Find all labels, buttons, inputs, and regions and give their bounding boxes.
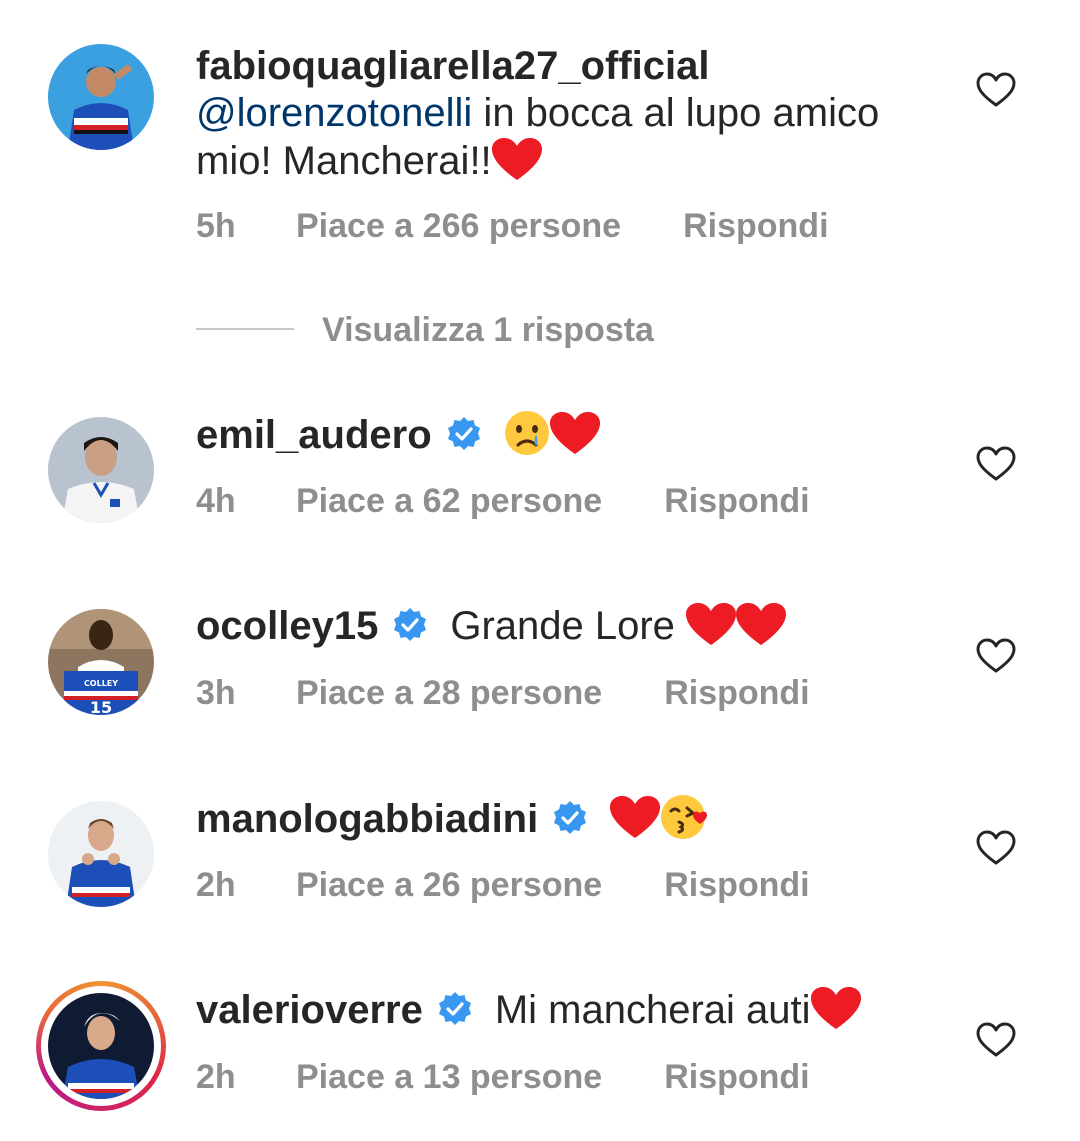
red-heart-emoji	[736, 603, 787, 658]
comment-line-3: mio! Mancherai!!	[196, 137, 542, 193]
heart-outline-icon	[976, 446, 1016, 481]
username[interactable]: manologabbiadini	[196, 797, 538, 841]
comment-line-1: ocolley15 Grande Lore	[196, 602, 787, 658]
comment-text: mio! Mancherai!!	[196, 139, 492, 183]
comment-line-1: valerioverre Mi mancherai auti	[196, 986, 861, 1042]
like-button[interactable]	[976, 72, 1016, 112]
avatar	[48, 993, 154, 1099]
svg-text:15: 15	[90, 698, 112, 715]
red-heart-emoji	[810, 987, 861, 1042]
reply-button[interactable]: Rispondi	[664, 1057, 809, 1097]
divider-line	[196, 328, 294, 330]
svg-text:COLLEY: COLLEY	[84, 679, 118, 688]
heart-outline-icon	[976, 830, 1016, 865]
like-button[interactable]	[976, 446, 1016, 486]
verified-badge-icon	[437, 990, 473, 1038]
timestamp: 4h	[196, 482, 236, 520]
reply-button[interactable]: Rispondi	[664, 865, 809, 905]
reply-button[interactable]: Rispondi	[683, 206, 828, 246]
reply-button[interactable]: Rispondi	[664, 481, 809, 521]
username[interactable]: ocolley15	[196, 604, 378, 648]
avatar[interactable]: COLLEY 15	[48, 609, 154, 715]
likes-count[interactable]: Piace a 266 persone	[296, 206, 621, 246]
likes-count[interactable]: Piace a 13 persone	[296, 1057, 602, 1097]
red-heart-emoji	[686, 603, 737, 658]
view-replies-label: Visualizza 1 risposta	[322, 311, 654, 349]
timestamp: 3h	[196, 674, 236, 712]
comment-meta: 5h Piace a 266 persone Rispondi	[196, 206, 829, 246]
mention-link[interactable]: @lorenzotonelli	[196, 91, 472, 135]
red-heart-emoji	[610, 796, 661, 851]
verified-badge-icon	[446, 415, 482, 463]
likes-count[interactable]: Piace a 28 persone	[296, 673, 602, 713]
heart-outline-icon	[976, 1022, 1016, 1057]
comment-meta: 4h Piace a 62 persone Rispondi	[196, 481, 810, 521]
likes-count[interactable]: Piace a 62 persone	[296, 481, 602, 521]
timestamp: 2h	[196, 866, 236, 904]
heart-outline-icon	[976, 638, 1016, 673]
kissing-face-emoji	[660, 794, 710, 851]
crying-face-emoji	[504, 410, 550, 467]
username[interactable]: emil_audero	[196, 413, 432, 457]
comment-line-1: manologabbiadini	[196, 794, 710, 851]
heart-outline-icon	[976, 72, 1016, 107]
timestamp: 5h	[196, 207, 236, 245]
likes-count[interactable]: Piace a 26 persone	[296, 865, 602, 905]
comment-text: Grande Lore	[450, 604, 687, 648]
avatar[interactable]	[48, 44, 154, 150]
avatar[interactable]	[48, 417, 154, 523]
avatar[interactable]	[48, 801, 154, 907]
comment-line-1: emil_audero	[196, 410, 600, 467]
comment-meta: 2h Piace a 26 persone Rispondi	[196, 865, 810, 905]
verified-badge-icon	[552, 799, 588, 847]
timestamp: 2h	[196, 1058, 236, 1096]
comment-line-1: fabioquagliarella27_official	[196, 42, 710, 90]
red-heart-emoji	[549, 412, 600, 467]
like-button[interactable]	[976, 1022, 1016, 1062]
red-heart-emoji	[491, 138, 542, 193]
username[interactable]: fabioquagliarella27_official	[196, 44, 710, 88]
comment-meta: 2h Piace a 13 persone Rispondi	[196, 1057, 810, 1097]
comment-text: Mi mancherai auti	[494, 988, 811, 1032]
comment-line-2: @lorenzotonelli in bocca al lupo amico	[196, 89, 879, 137]
like-button[interactable]	[976, 830, 1016, 870]
username[interactable]: valerioverre	[196, 988, 423, 1032]
like-button[interactable]	[976, 638, 1016, 678]
comment-meta: 3h Piace a 28 persone Rispondi	[196, 673, 810, 713]
reply-button[interactable]: Rispondi	[664, 673, 809, 713]
story-ring[interactable]	[36, 981, 166, 1111]
comment-text: in bocca al lupo amico	[472, 91, 880, 135]
verified-badge-icon	[392, 606, 428, 654]
